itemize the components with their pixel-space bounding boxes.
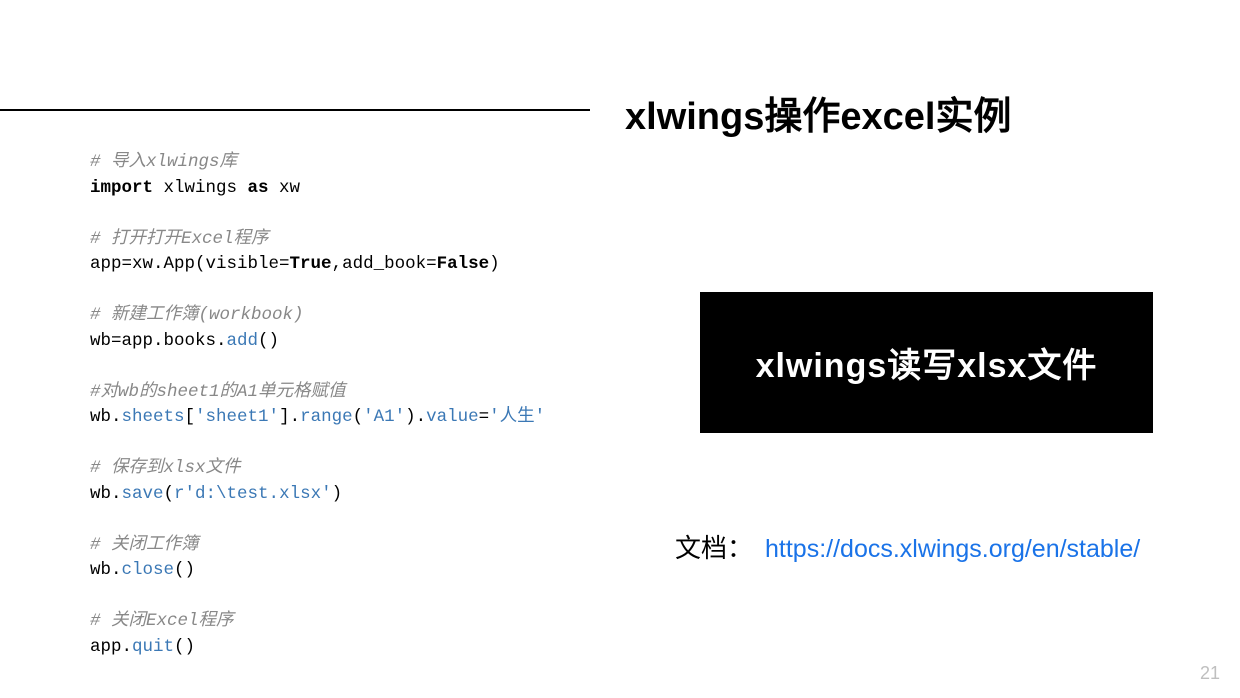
code-attr: range [300, 407, 353, 427]
code-bool: True [290, 254, 332, 274]
code-text: [ [185, 407, 196, 427]
code-text: xlwings [153, 178, 248, 198]
code-text: ( [164, 484, 175, 504]
doc-link[interactable]: https://docs.xlwings.org/en/stable/ [765, 535, 1140, 563]
code-text: ) [489, 254, 500, 274]
code-text: ) [332, 484, 343, 504]
header-rule [0, 109, 590, 111]
code-text: xw [269, 178, 301, 198]
code-comment: # 导入xlwings库 [90, 152, 237, 172]
code-str: 'A1' [363, 407, 405, 427]
code-text: wb. [90, 484, 122, 504]
code-text: () [174, 560, 195, 580]
page-title: xlwings操作excel实例 [625, 85, 1011, 140]
code-attr: save [122, 484, 164, 504]
code-text: app. [90, 637, 132, 657]
code-block: # 导入xlwings库 import xlwings as xw # 打开打开… [90, 150, 545, 660]
doc-line: 文档： https://docs.xlwings.org/en/stable/ [675, 528, 1140, 565]
code-comment: # 关闭工作簿 [90, 535, 199, 555]
code-text: () [258, 331, 279, 351]
code-text: ,add_book= [332, 254, 437, 274]
code-kw: import [90, 178, 153, 198]
code-str: 'sheet1' [195, 407, 279, 427]
code-comment: # 关闭Excel程序 [90, 611, 234, 631]
code-bool: False [437, 254, 490, 274]
code-attr: close [122, 560, 175, 580]
code-comment: #对wb的sheet1的A1单元格赋值 [90, 382, 346, 402]
code-comment: # 打开打开Excel程序 [90, 229, 269, 249]
code-kw: as [248, 178, 269, 198]
doc-label: 文档： [675, 533, 753, 563]
code-attr: quit [132, 637, 174, 657]
code-text: wb. [90, 560, 122, 580]
code-comment: # 保存到xlsx文件 [90, 458, 241, 478]
code-attr: value [426, 407, 479, 427]
code-text: ). [405, 407, 426, 427]
code-text: wb=app.books. [90, 331, 227, 351]
code-text: ]. [279, 407, 300, 427]
code-attr: sheets [122, 407, 185, 427]
code-attr: add [227, 331, 259, 351]
code-str: '人生' [489, 407, 545, 427]
code-text: wb. [90, 407, 122, 427]
code-str: r'd:\test.xlsx' [174, 484, 332, 504]
highlight-box-text: xlwings读写xlsx文件 [756, 338, 1098, 387]
code-text: () [174, 637, 195, 657]
code-text: app=xw.App(visible= [90, 254, 290, 274]
page-number: 21 [1200, 663, 1220, 684]
code-text: = [479, 407, 490, 427]
code-comment: # 新建工作簿(workbook) [90, 305, 304, 325]
highlight-box: xlwings读写xlsx文件 [700, 292, 1153, 433]
code-text: ( [353, 407, 364, 427]
